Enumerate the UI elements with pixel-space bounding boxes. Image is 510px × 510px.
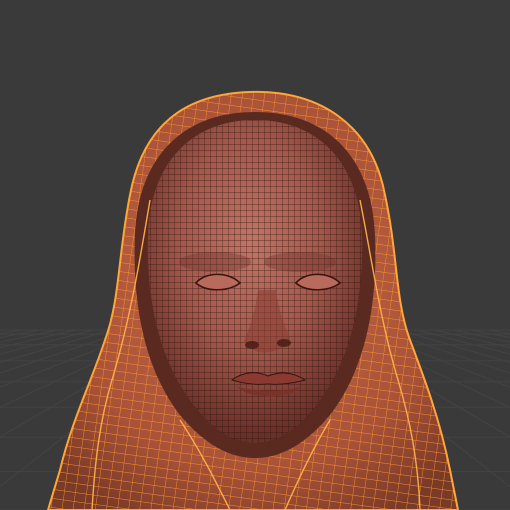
grid-line: [0, 329, 4, 332]
viewport-scene[interactable]: [0, 0, 510, 510]
3d-viewport[interactable]: [0, 0, 510, 510]
